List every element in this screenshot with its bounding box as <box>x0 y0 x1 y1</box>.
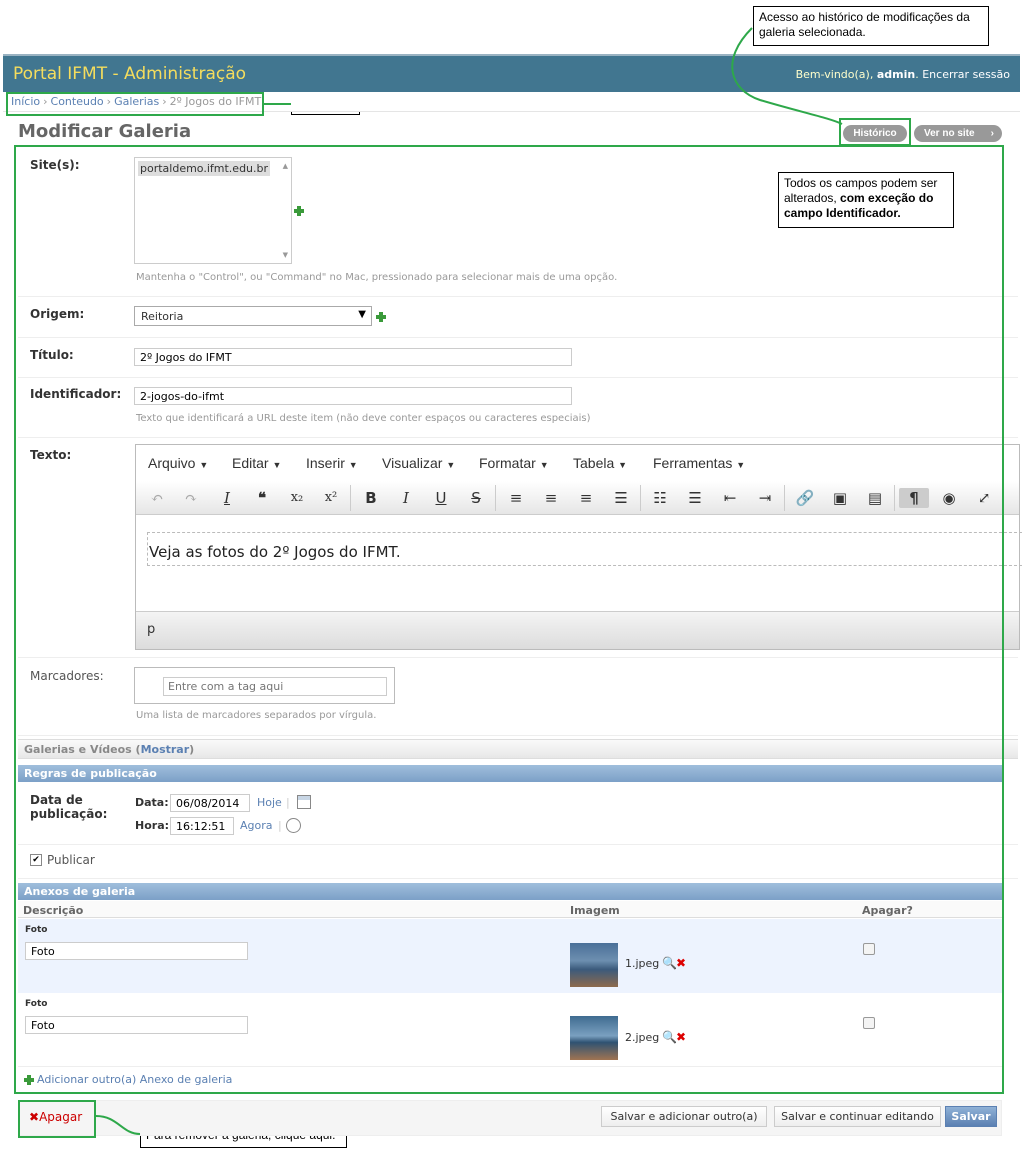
annotation-historico: Acesso ao histórico de modificações da g… <box>753 6 989 46</box>
save-add-another-button[interactable]: Salvar e adicionar outro(a) <box>601 1106 767 1127</box>
user-tools: Bem-vindo(a), admin. Encerrar sessão <box>795 68 1010 81</box>
annotation-box-breadcrumb <box>6 92 264 116</box>
username: admin <box>876 68 916 81</box>
page-title: Modificar Galeria <box>18 121 192 142</box>
site-title[interactable]: Portal IFMT - Administração <box>13 64 246 84</box>
annotation-box-historico <box>839 118 911 146</box>
welcome-text: Bem-vindo(a), <box>795 68 874 81</box>
logout-link[interactable]: Encerrar sessão <box>922 68 1010 81</box>
admin-header: Portal IFMT - Administração Bem-vindo(a)… <box>3 54 1020 92</box>
annotation-box-apagar <box>18 1100 96 1138</box>
annotation-box-form <box>14 145 1004 1094</box>
save-button[interactable]: Salvar <box>945 1106 997 1127</box>
view-on-site-button[interactable]: Ver no site › <box>914 125 1002 142</box>
chevron-right-icon: › <box>990 128 994 139</box>
save-continue-button[interactable]: Salvar e continuar editando <box>774 1106 941 1127</box>
view-on-site-label: Ver no site <box>924 128 975 139</box>
